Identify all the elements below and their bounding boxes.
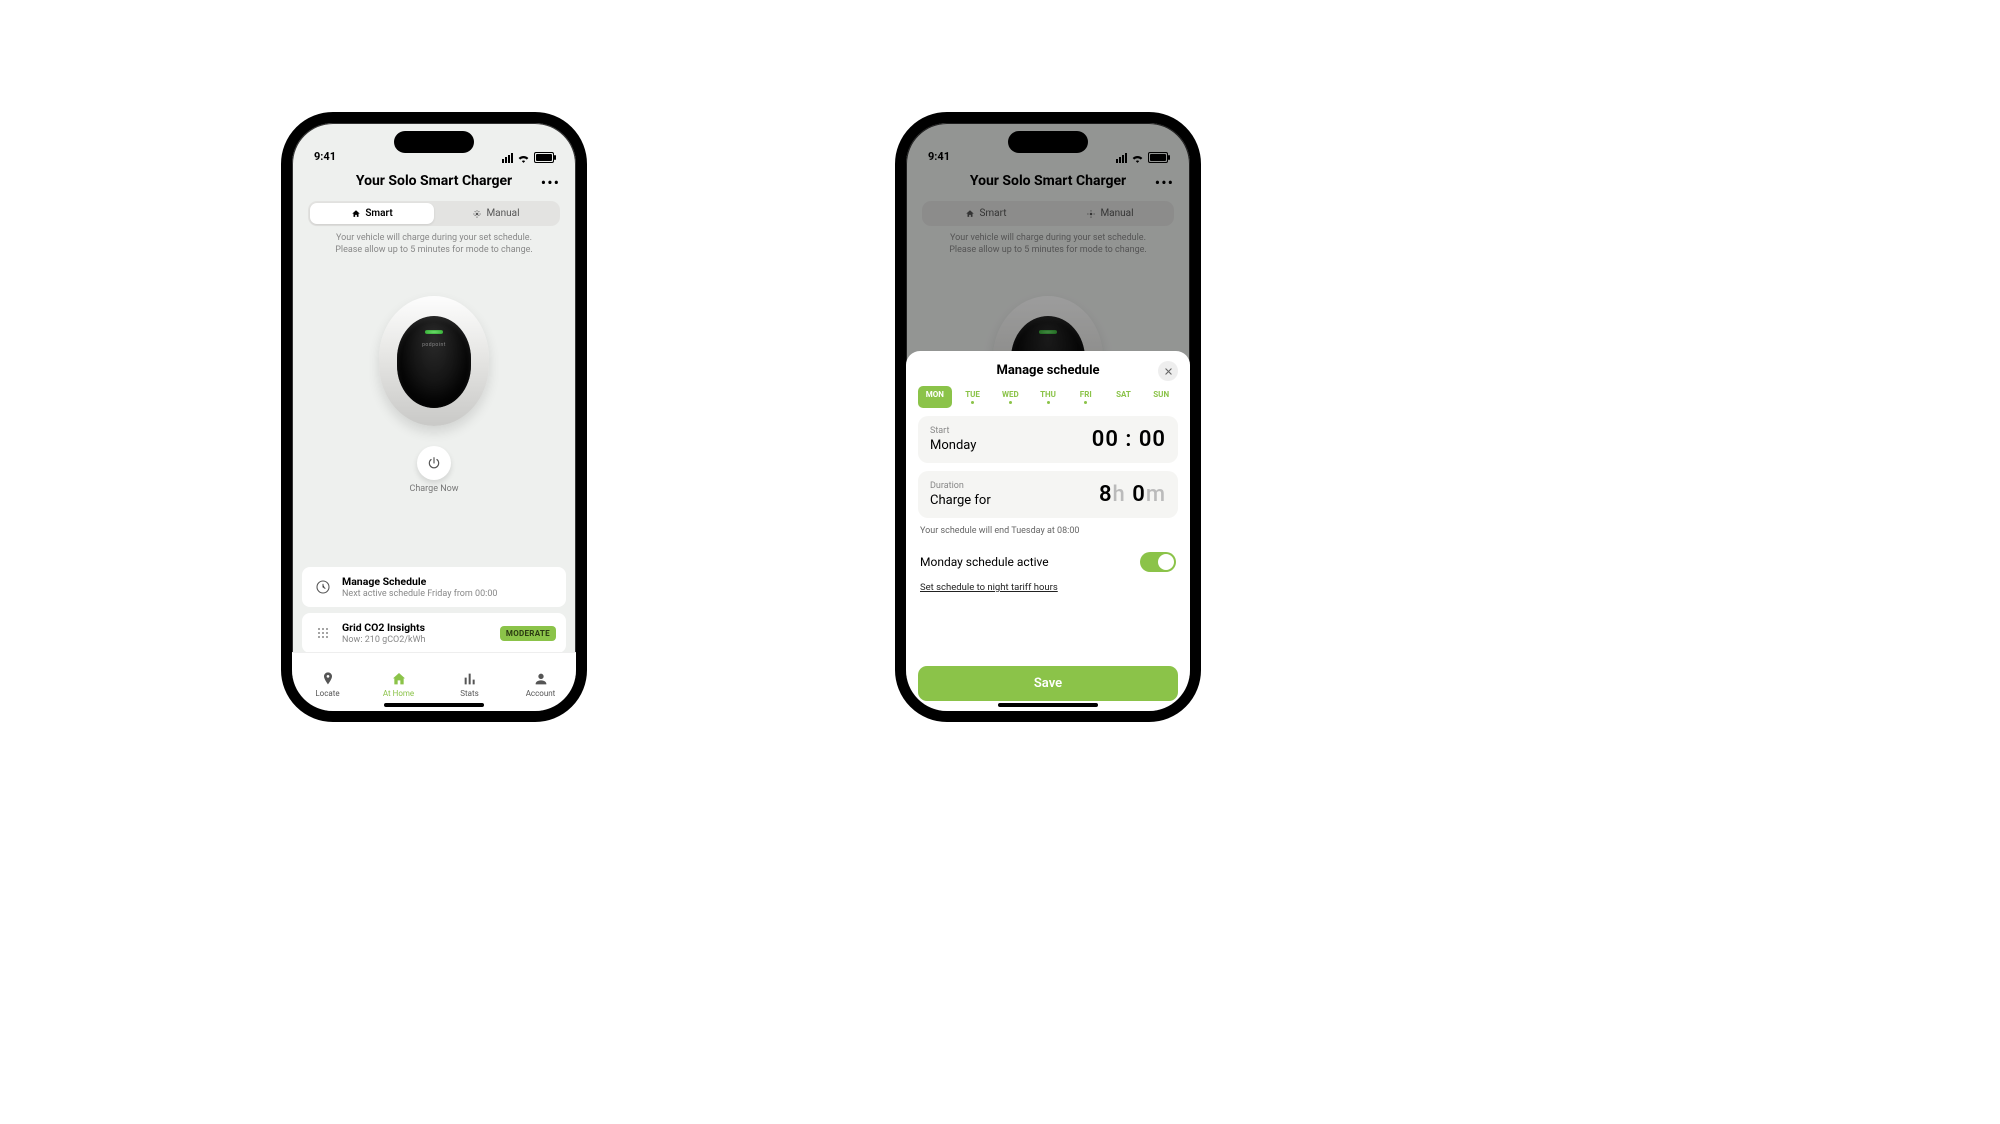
duration-label: Duration	[930, 481, 991, 491]
schedule-dot-icon	[1084, 401, 1087, 404]
sheet-title: Manage schedule	[996, 363, 1099, 378]
status-indicators	[502, 152, 554, 163]
close-icon	[1164, 367, 1173, 376]
more-menu-button[interactable]: •••	[541, 173, 560, 192]
home-indicator[interactable]	[384, 703, 484, 707]
mode-smart-option[interactable]: Smart	[310, 203, 434, 224]
day-option-mon[interactable]: MON	[918, 386, 952, 408]
charger-device-image: podpoint	[379, 296, 489, 426]
day-label: MON	[926, 390, 944, 399]
page-title: Your Solo Smart Charger	[356, 173, 512, 189]
tab-account[interactable]: Account	[505, 671, 576, 698]
charge-now-button[interactable]	[417, 446, 451, 480]
home-icon	[391, 671, 407, 687]
info-cards: Manage Schedule Next active schedule Fri…	[302, 561, 566, 653]
day-label: SAT	[1116, 390, 1131, 399]
save-button[interactable]: Save	[918, 666, 1178, 701]
day-label: SUN	[1153, 390, 1169, 399]
dynamic-island	[394, 131, 474, 153]
schedule-dot-icon	[1047, 401, 1050, 404]
schedule-dot-icon	[971, 401, 974, 404]
day-option-fri[interactable]: FRI	[1069, 386, 1103, 408]
day-option-thu[interactable]: THU	[1031, 386, 1065, 408]
manage-schedule-card[interactable]: Manage Schedule Next active schedule Fri…	[302, 567, 566, 607]
mode-smart-label: Smart	[365, 208, 392, 219]
schedule-active-label: Monday schedule active	[920, 555, 1049, 569]
day-option-tue[interactable]: TUE	[956, 386, 990, 408]
start-label: Start	[930, 426, 976, 436]
grid-icon	[312, 625, 334, 641]
start-time-panel[interactable]: Start Monday 00 : 00	[918, 416, 1178, 463]
home-indicator[interactable]	[998, 703, 1098, 707]
wifi-icon	[517, 153, 530, 163]
day-option-sat[interactable]: SAT	[1107, 386, 1141, 408]
close-button[interactable]	[1158, 361, 1178, 381]
manual-icon	[472, 209, 482, 219]
schedule-end-note: Your schedule will end Tuesday at 08:00	[920, 526, 1176, 536]
co2-card-subtitle: Now: 210 gCO2/kWh	[342, 635, 492, 645]
schedule-dot-icon	[1009, 401, 1012, 404]
manage-schedule-sheet: Manage schedule MON TUE WED THU FRI SAT SUN St…	[906, 351, 1190, 711]
battery-icon	[534, 152, 554, 163]
status-time: 9:41	[314, 150, 336, 163]
tab-locate[interactable]: Locate	[292, 671, 363, 698]
day-label: TUE	[965, 390, 980, 399]
charger-led-icon	[425, 330, 443, 334]
clock-icon	[312, 579, 334, 595]
phone-home-screen: 9:41 Your Solo Smart Charger ••• Smart M…	[281, 112, 587, 722]
schedule-card-subtitle: Next active schedule Friday from 00:00	[342, 589, 556, 599]
stats-icon	[462, 671, 478, 687]
mode-segmented-control: Smart Manual	[308, 201, 560, 226]
tab-at-home[interactable]: At Home	[363, 671, 434, 698]
day-option-sun[interactable]: SUN	[1144, 386, 1178, 408]
schedule-active-toggle[interactable]	[1140, 552, 1176, 572]
co2-card-title: Grid CO2 Insights	[342, 621, 492, 634]
phone-schedule-screen: 9:41 Your Solo Smart Charger ••• Smart M…	[895, 112, 1201, 722]
co2-level-badge: MODERATE	[500, 626, 556, 641]
duration-value: 8h 0m	[1099, 482, 1166, 507]
charger-brand-label: podpoint	[397, 342, 471, 348]
duration-panel[interactable]: Duration Charge for 8h 0m	[918, 471, 1178, 518]
power-icon	[427, 456, 441, 470]
mode-manual-label: Manual	[486, 208, 519, 219]
co2-insights-card[interactable]: Grid CO2 Insights Now: 210 gCO2/kWh MODE…	[302, 613, 566, 653]
day-label: FRI	[1080, 390, 1092, 399]
day-selector: MON TUE WED THU FRI SAT SUN	[918, 386, 1178, 408]
tab-stats[interactable]: Stats	[434, 671, 505, 698]
mode-hint-text: Your vehicle will charge during your set…	[316, 232, 552, 256]
page-header: Your Solo Smart Charger •••	[292, 165, 576, 195]
charge-now-label: Charge Now	[292, 484, 576, 494]
schedule-active-row: Monday schedule active	[918, 546, 1178, 582]
account-icon	[533, 671, 549, 687]
start-day-value: Monday	[930, 438, 976, 453]
schedule-card-title: Manage Schedule	[342, 575, 556, 588]
day-label: THU	[1040, 390, 1056, 399]
day-label: WED	[1002, 390, 1019, 399]
mode-manual-option[interactable]: Manual	[434, 203, 558, 224]
smart-icon	[351, 209, 361, 219]
night-tariff-link[interactable]: Set schedule to night tariff hours	[920, 582, 1176, 593]
duration-desc: Charge for	[930, 493, 991, 508]
day-option-wed[interactable]: WED	[993, 386, 1027, 408]
start-time-value: 00 : 00	[1092, 427, 1166, 452]
cellular-icon	[502, 153, 513, 163]
pin-icon	[320, 671, 336, 687]
